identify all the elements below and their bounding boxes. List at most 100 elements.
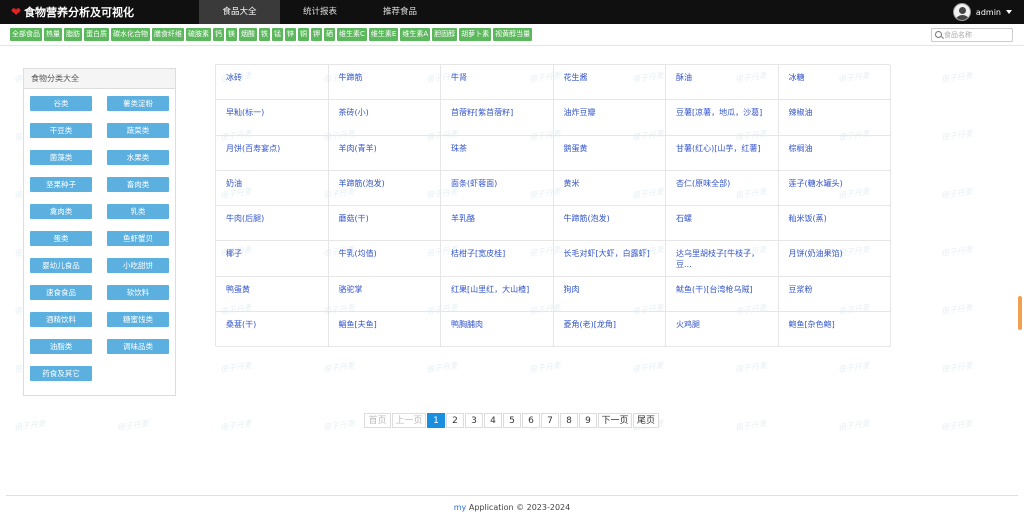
- filter-chip[interactable]: 维生素E: [368, 28, 399, 41]
- category-button[interactable]: 软饮料: [107, 285, 169, 300]
- food-item-link[interactable]: 牛蹄筋: [328, 65, 441, 101]
- category-button[interactable]: 调味品类: [107, 339, 169, 354]
- search-input[interactable]: [944, 30, 1010, 40]
- food-item-link[interactable]: 奶油: [216, 170, 329, 206]
- food-item-link[interactable]: 油炸豆瓣: [553, 100, 666, 136]
- food-item-link[interactable]: 石螺: [666, 206, 779, 242]
- food-item-link[interactable]: 羊肉(青羊): [328, 135, 441, 171]
- filter-chip[interactable]: 烟酸: [239, 28, 257, 41]
- category-button[interactable]: 鱼虾蟹贝: [107, 231, 169, 246]
- category-button[interactable]: 谷类: [30, 96, 92, 111]
- food-item-link[interactable]: 冰砖: [216, 65, 329, 101]
- food-item-link[interactable]: 花生酱: [553, 65, 666, 101]
- food-item-link[interactable]: 鹅蛋黄: [553, 135, 666, 171]
- app-brand[interactable]: ❤ 食物营养分析及可视化: [11, 4, 134, 20]
- category-button[interactable]: 油脂类: [30, 339, 92, 354]
- category-button[interactable]: 乳类: [107, 204, 169, 219]
- food-item-link[interactable]: 长毛对虾[大虾，白露虾]: [553, 241, 666, 277]
- food-item-link[interactable]: 早籼(标一): [216, 100, 329, 136]
- food-item-link[interactable]: 菱角(老)[龙角]: [553, 311, 666, 347]
- food-item-link[interactable]: 酥油: [666, 65, 779, 101]
- filter-chip[interactable]: 锰: [272, 28, 283, 41]
- category-button[interactable]: 畜肉类: [107, 177, 169, 192]
- filter-chip[interactable]: 蛋白质: [84, 28, 109, 41]
- filter-chip[interactable]: 维生素C: [337, 28, 367, 41]
- filter-chip[interactable]: 铜: [298, 28, 309, 41]
- filter-chip[interactable]: 铁: [259, 28, 270, 41]
- tab-recommend[interactable]: 推荐食品: [360, 0, 440, 24]
- food-item-link[interactable]: 杏仁(原味全部): [666, 170, 779, 206]
- category-button[interactable]: 薯类淀粉: [107, 96, 169, 111]
- food-item-link[interactable]: 桑葚(干): [216, 311, 329, 347]
- page-number-button[interactable]: 1: [427, 413, 445, 428]
- food-item-link[interactable]: 骆驼掌: [328, 276, 441, 312]
- food-item-link[interactable]: 鲍鱼[杂色鲍]: [778, 311, 891, 347]
- category-button[interactable]: 坚果种子: [30, 177, 92, 192]
- filter-chip[interactable]: 视黄醇当量: [493, 28, 533, 41]
- filter-chip[interactable]: 碳水化合物: [111, 28, 150, 41]
- food-item-link[interactable]: 苜蓿籽[紫苜蓿籽]: [441, 100, 554, 136]
- food-item-link[interactable]: 羊乳酪: [441, 206, 554, 242]
- food-item-link[interactable]: 红果[山里红，大山楂]: [441, 276, 554, 312]
- food-item-link[interactable]: 甘薯(红心)[山芋，红薯]: [666, 135, 779, 171]
- filter-chip[interactable]: 热量: [44, 28, 62, 41]
- category-button[interactable]: 禽肉类: [30, 204, 92, 219]
- food-item-link[interactable]: 面条(虾蓉面): [441, 170, 554, 206]
- food-item-link[interactable]: 茶砖(小): [328, 100, 441, 136]
- user-menu[interactable]: admin: [952, 3, 1012, 21]
- category-button[interactable]: 蛋类: [30, 231, 92, 246]
- category-button[interactable]: 小吃甜饼: [107, 258, 169, 273]
- food-item-link[interactable]: 月饼(奶油果馅): [778, 241, 891, 277]
- filter-chip[interactable]: 胡萝卜素: [459, 28, 492, 41]
- food-item-link[interactable]: 蘑菇(干): [328, 206, 441, 242]
- food-item-link[interactable]: 桔柑子[宽皮桂]: [441, 241, 554, 277]
- food-item-link[interactable]: 豆浆粉: [778, 276, 891, 312]
- food-item-link[interactable]: 牛肾: [441, 65, 554, 101]
- page-number-button[interactable]: 8: [560, 413, 578, 428]
- filter-chip[interactable]: 锌: [285, 28, 296, 41]
- last-page-button[interactable]: 尾页: [633, 413, 659, 428]
- category-button[interactable]: 菌藻类: [30, 150, 92, 165]
- page-number-button[interactable]: 7: [541, 413, 559, 428]
- page-number-button[interactable]: 9: [579, 413, 597, 428]
- food-item-link[interactable]: 牛肉(后腿): [216, 206, 329, 242]
- food-item-link[interactable]: 月饼(百寿宴点): [216, 135, 329, 171]
- prev-page-button[interactable]: 上一页: [392, 413, 426, 428]
- page-number-button[interactable]: 4: [484, 413, 502, 428]
- food-item-link[interactable]: 牛蹄筋(泡发): [553, 206, 666, 242]
- tab-food-list[interactable]: 食品大全: [199, 0, 280, 24]
- category-button[interactable]: 水果类: [107, 150, 169, 165]
- category-button[interactable]: 干豆类: [30, 123, 92, 138]
- category-button[interactable]: 药食及其它: [30, 366, 92, 381]
- filter-chip[interactable]: 钙: [213, 28, 224, 41]
- food-item-link[interactable]: 羊蹄筋(泡发): [328, 170, 441, 206]
- page-number-button[interactable]: 3: [465, 413, 483, 428]
- food-item-link[interactable]: 豆薯[凉薯，地瓜，沙葛]: [666, 100, 779, 136]
- food-item-link[interactable]: 鸭蛋黄: [216, 276, 329, 312]
- food-item-link[interactable]: 达乌里胡枝子[牛枝子，豆...: [666, 241, 779, 277]
- filter-chip[interactable]: 维生素A: [400, 28, 431, 41]
- tab-statistics[interactable]: 统计报表: [280, 0, 360, 24]
- food-item-link[interactable]: 籼米饭(蒸): [778, 206, 891, 242]
- food-item-link[interactable]: 珠茶: [441, 135, 554, 171]
- filter-chip[interactable]: 硒: [324, 28, 335, 41]
- food-item-link[interactable]: 鲳鱼[夫鱼]: [328, 311, 441, 347]
- food-item-link[interactable]: 辣椒油: [778, 100, 891, 136]
- food-item-link[interactable]: 火鸡腿: [666, 311, 779, 347]
- filter-chip[interactable]: 胆固醇: [432, 28, 458, 41]
- food-item-link[interactable]: 鸭胸脯肉: [441, 311, 554, 347]
- food-item-link[interactable]: 椰子: [216, 241, 329, 277]
- food-item-link[interactable]: 鱿鱼(干)[台湾枪乌贼]: [666, 276, 779, 312]
- first-page-button[interactable]: 首页: [364, 413, 391, 428]
- filter-chip[interactable]: 钾: [311, 28, 322, 41]
- next-page-button[interactable]: 下一页: [598, 413, 632, 428]
- food-item-link[interactable]: 牛乳(均值): [328, 241, 441, 277]
- food-item-link[interactable]: 冰糖: [778, 65, 891, 101]
- category-button[interactable]: 蔬菜类: [107, 123, 169, 138]
- page-number-button[interactable]: 2: [446, 413, 464, 428]
- category-button[interactable]: 速食食品: [30, 285, 92, 300]
- food-item-link[interactable]: 狗肉: [553, 276, 666, 312]
- food-item-link[interactable]: 黄米: [553, 170, 666, 206]
- category-button[interactable]: 糖蜜饯类: [107, 312, 169, 327]
- filter-chip[interactable]: 镁: [226, 28, 237, 41]
